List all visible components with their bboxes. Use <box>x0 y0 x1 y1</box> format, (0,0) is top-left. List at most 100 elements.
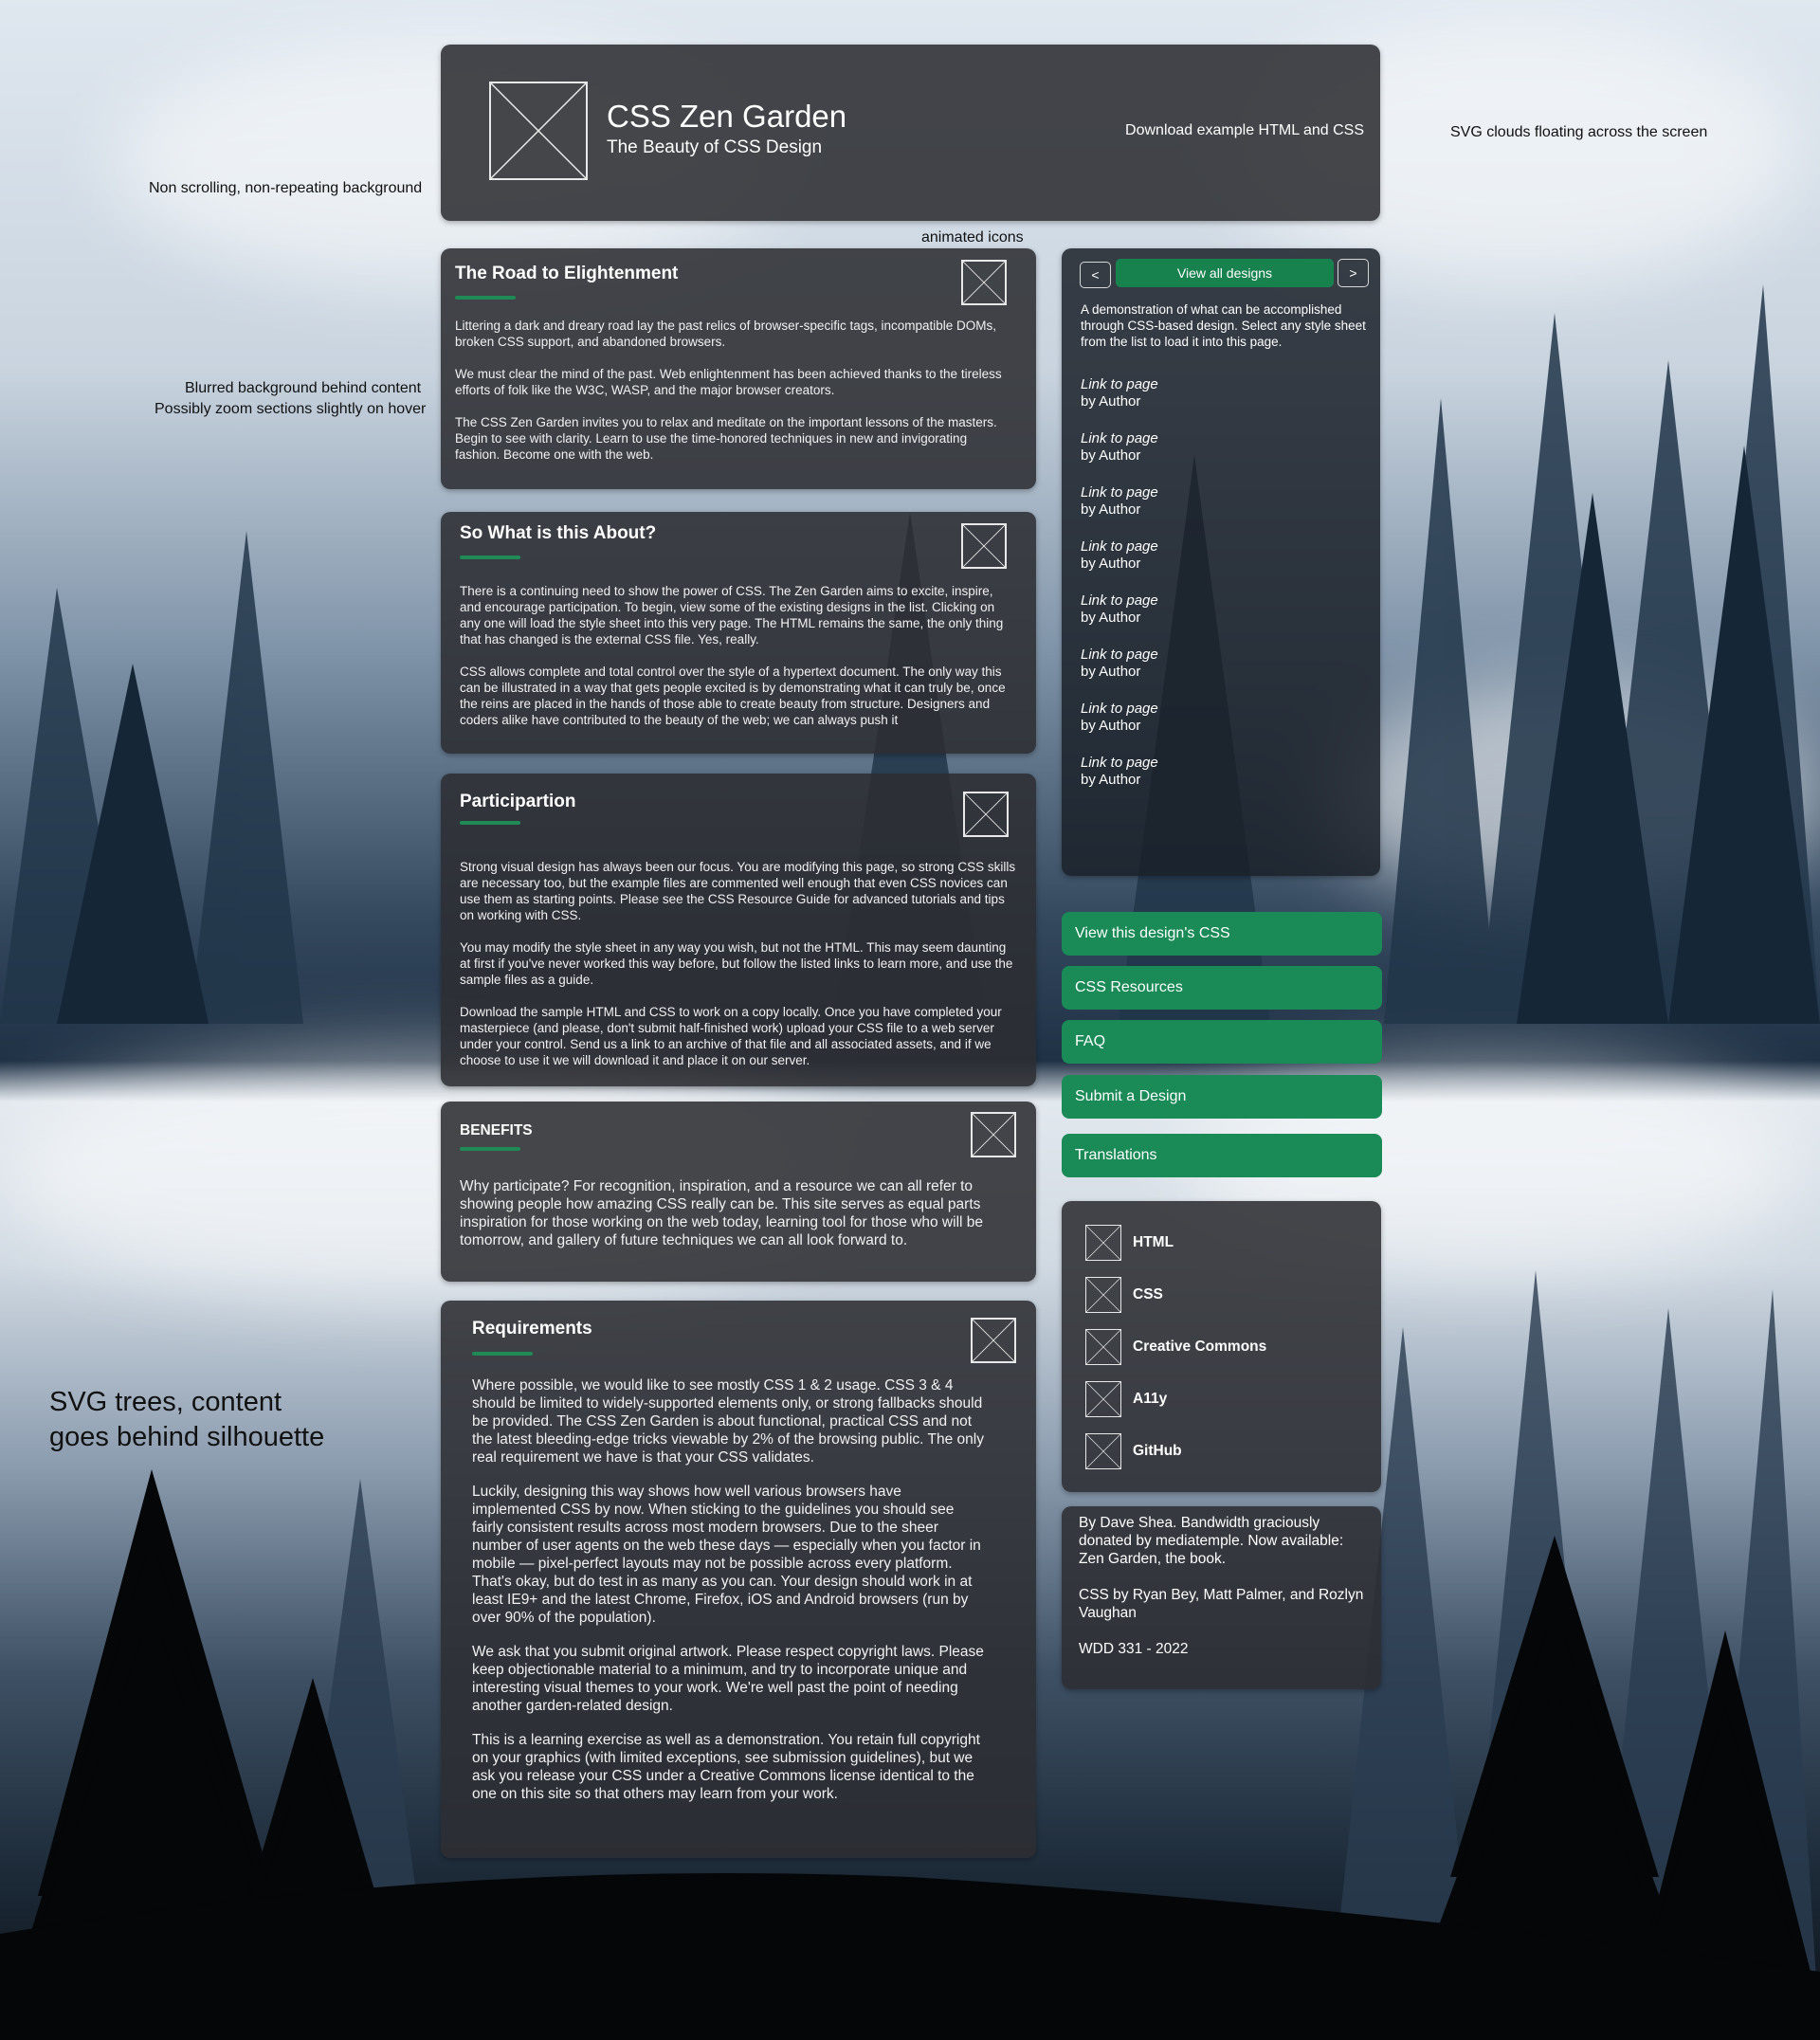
paragraph: There is a continuing need to show the p… <box>460 584 1004 647</box>
section-title: So What is this About? <box>460 523 657 543</box>
section-road: The Road to Elightenment Littering a dar… <box>441 248 1036 489</box>
resource-label[interactable]: HTML <box>1133 1234 1174 1251</box>
link-page[interactable]: Link to page <box>1081 755 1158 772</box>
css-resources-button[interactable]: CSS Resources <box>1062 966 1382 1010</box>
footer-credits: By Dave Shea. Bandwidth graciously donat… <box>1079 1515 1344 1567</box>
resource-label[interactable]: Creative Commons <box>1133 1339 1266 1356</box>
section-title: BENEFITS <box>460 1122 533 1138</box>
footer-panel: By Dave Shea. Bandwidth graciously donat… <box>1062 1506 1381 1689</box>
design-link[interactable]: Link to page by Author <box>1081 592 1158 627</box>
design-link[interactable]: Link to page by Author <box>1081 376 1158 410</box>
link-author[interactable]: by Author <box>1081 718 1158 735</box>
resource-html[interactable]: HTML <box>1085 1225 1174 1261</box>
design-link[interactable]: Link to page by Author <box>1081 647 1158 681</box>
paragraph: You may modify the style sheet in any wa… <box>460 940 1013 987</box>
paragraph: CSS allows complete and total control ov… <box>460 665 1006 727</box>
title-underline <box>455 296 516 300</box>
title-underline <box>460 821 520 825</box>
site-title: CSS Zen Garden <box>607 99 847 134</box>
link-page[interactable]: Link to page <box>1081 647 1158 664</box>
section-body: There is a continuing need to show the p… <box>460 583 1014 744</box>
design-link[interactable]: Link to page by Author <box>1081 701 1158 735</box>
section-icon <box>961 260 1007 305</box>
link-page[interactable]: Link to page <box>1081 701 1158 718</box>
html-icon <box>1085 1225 1121 1261</box>
section-body: Where possible, we would like to see mos… <box>472 1376 989 1819</box>
link-page[interactable]: Link to page <box>1081 484 1158 501</box>
section-icon <box>971 1318 1016 1363</box>
prev-design-button[interactable]: < <box>1080 262 1111 288</box>
view-css-button[interactable]: View this design's CSS <box>1062 912 1382 956</box>
section-about: So What is this About? There is a contin… <box>441 512 1036 754</box>
annotation-background: Non scrolling, non-repeating background <box>149 180 423 196</box>
link-page[interactable]: Link to page <box>1081 376 1158 393</box>
paragraph: We ask that you submit original artwork.… <box>472 1644 984 1714</box>
link-author[interactable]: by Author <box>1081 664 1158 681</box>
paragraph: Why participate? For recognition, inspir… <box>460 1178 983 1248</box>
resource-a11y[interactable]: A11y <box>1085 1381 1167 1417</box>
designs-description: A demonstration of what can be accomplis… <box>1081 302 1366 349</box>
annotation-clouds: SVG clouds floating across the screen <box>1450 124 1708 140</box>
header-panel: CSS Zen Garden The Beauty of CSS Design … <box>441 45 1380 221</box>
paragraph: Where possible, we would like to see mos… <box>472 1377 984 1466</box>
submit-design-button[interactable]: Submit a Design <box>1062 1075 1382 1119</box>
link-author[interactable]: by Author <box>1081 610 1158 627</box>
annotation-icons: animated icons <box>921 229 1024 246</box>
github-icon <box>1085 1433 1121 1469</box>
section-participation: Participartion Strong visual design has … <box>441 774 1036 1086</box>
annotation-trees-2: goes behind silhouette <box>49 1422 325 1452</box>
design-link[interactable]: Link to page by Author <box>1081 430 1158 464</box>
section-body: Strong visual design has always been our… <box>460 859 1019 1084</box>
paragraph: We must clear the mind of the past. Web … <box>455 367 1002 397</box>
footer-css-credits: CSS by Ryan Bey, Matt Palmer, and Rozlyn… <box>1079 1587 1364 1621</box>
resource-label[interactable]: CSS <box>1133 1286 1163 1303</box>
paragraph: This is a learning exercise as well as a… <box>472 1732 980 1802</box>
section-body: Littering a dark and dreary road lay the… <box>455 318 1014 479</box>
link-page[interactable]: Link to page <box>1081 538 1158 556</box>
faq-button[interactable]: FAQ <box>1062 1020 1382 1064</box>
section-benefits: BENEFITS Why participate? For recognitio… <box>441 1102 1036 1282</box>
link-author[interactable]: by Author <box>1081 393 1158 410</box>
resource-creative-commons[interactable]: Creative Commons <box>1085 1329 1266 1365</box>
logo-placeholder-icon <box>489 82 588 180</box>
section-title: The Road to Elightenment <box>455 264 679 283</box>
site-subtitle: The Beauty of CSS Design <box>607 137 823 157</box>
design-link[interactable]: Link to page by Author <box>1081 755 1158 789</box>
link-author[interactable]: by Author <box>1081 772 1158 789</box>
view-all-designs-button[interactable]: View all designs <box>1116 259 1334 287</box>
paragraph: Strong visual design has always been our… <box>460 860 1016 922</box>
link-page[interactable]: Link to page <box>1081 592 1158 610</box>
paragraph: Littering a dark and dreary road lay the… <box>455 319 997 349</box>
section-title: Requirements <box>472 1319 592 1339</box>
footer-course: WDD 331 - 2022 <box>1079 1641 1189 1657</box>
design-link[interactable]: Link to page by Author <box>1081 484 1158 519</box>
annotation-trees-1: SVG trees, content <box>49 1387 282 1417</box>
annotation-zoom: Possibly zoom sections slightly on hover <box>155 401 427 417</box>
section-requirements: Requirements Where possible, we would li… <box>441 1301 1036 1858</box>
resource-label[interactable]: GitHub <box>1133 1443 1182 1460</box>
link-author[interactable]: by Author <box>1081 447 1158 464</box>
annotation-blur: Blurred background behind content <box>185 380 422 396</box>
link-author[interactable]: by Author <box>1081 556 1158 573</box>
translations-button[interactable]: Translations <box>1062 1134 1382 1177</box>
design-link[interactable]: Link to page by Author <box>1081 538 1158 573</box>
resource-label[interactable]: A11y <box>1133 1391 1167 1408</box>
download-link[interactable]: Download example HTML and CSS <box>1125 122 1364 139</box>
paragraph: Download the sample HTML and CSS to work… <box>460 1005 1002 1067</box>
title-underline <box>460 556 520 559</box>
section-icon <box>961 523 1007 569</box>
paragraph: Luckily, designing this way shows how we… <box>472 1484 981 1626</box>
section-icon <box>963 792 1009 837</box>
title-underline <box>472 1352 533 1356</box>
a11y-icon <box>1085 1381 1121 1417</box>
link-page[interactable]: Link to page <box>1081 430 1158 447</box>
section-title: Participartion <box>460 792 576 811</box>
title-underline <box>460 1147 520 1151</box>
section-body: Why participate? For recognition, inspir… <box>460 1177 1019 1266</box>
resource-css[interactable]: CSS <box>1085 1277 1163 1313</box>
link-author[interactable]: by Author <box>1081 501 1158 519</box>
css-icon <box>1085 1277 1121 1313</box>
next-design-button[interactable]: > <box>1338 259 1369 287</box>
creative-commons-icon <box>1085 1329 1121 1365</box>
resource-github[interactable]: GitHub <box>1085 1433 1182 1469</box>
